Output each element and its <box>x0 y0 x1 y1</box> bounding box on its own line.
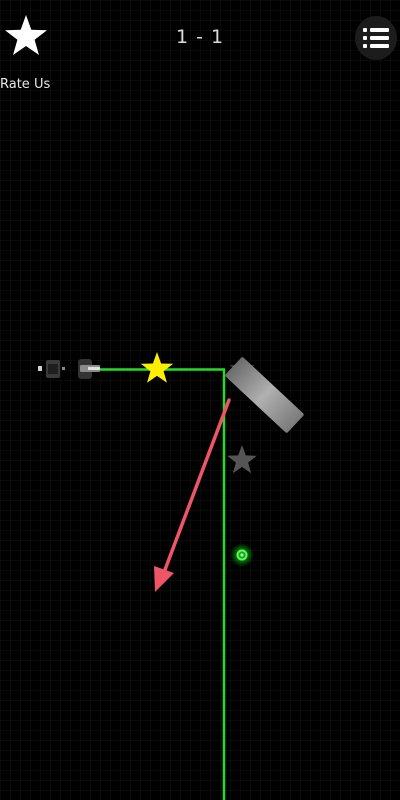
mirror-block[interactable] <box>225 357 305 434</box>
menu-button[interactable] <box>355 16 397 60</box>
game-stage[interactable]: Rate Us 1 - 1 <box>0 0 400 800</box>
laser-target <box>230 543 254 567</box>
collected-star-icon <box>140 352 174 383</box>
uncollected-star-icon <box>227 445 257 474</box>
list-menu-icon <box>363 28 389 48</box>
rate-us-label: Rate Us <box>0 77 51 92</box>
hint-arrow-icon <box>154 398 231 592</box>
level-indicator: 1 - 1 <box>175 26 225 48</box>
playfield[interactable] <box>0 0 400 800</box>
rate-us-button[interactable]: Rate Us <box>0 12 54 92</box>
laser-beam <box>100 368 226 800</box>
laser-emitter <box>38 359 100 379</box>
